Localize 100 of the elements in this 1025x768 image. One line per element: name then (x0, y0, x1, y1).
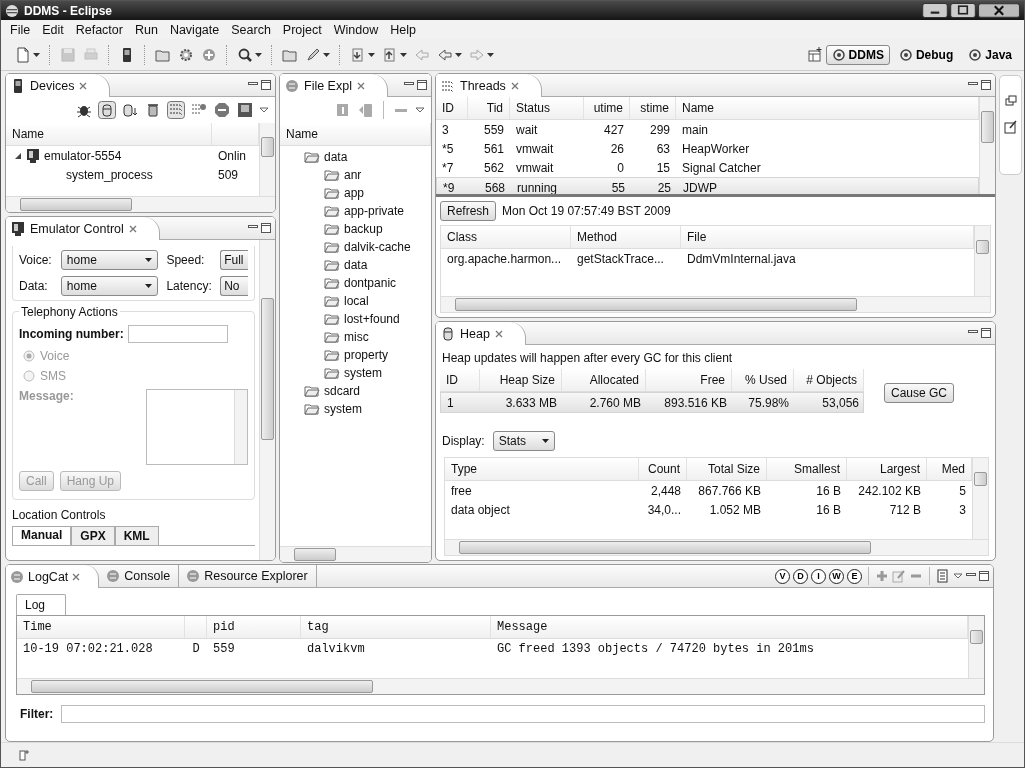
tree-item[interactable]: lost+found (280, 310, 400, 328)
refresh-button[interactable]: Refresh (440, 201, 497, 221)
gear-icon[interactable] (178, 46, 194, 63)
restore-icon[interactable] (1003, 94, 1018, 108)
tab[interactable]: Manual (12, 526, 72, 545)
menu-item[interactable]: File (5, 22, 36, 37)
expand-arrow-icon[interactable] (14, 151, 22, 160)
tab[interactable]: KML (114, 526, 159, 545)
back-arrow-icon[interactable] (437, 46, 453, 63)
tree-item[interactable]: data (280, 256, 368, 274)
close-icon[interactable] (494, 329, 503, 338)
new-file-icon[interactable] (15, 46, 31, 63)
caret-icon[interactable] (33, 52, 40, 57)
menu-item[interactable]: Window (328, 22, 384, 37)
view-menu-icon[interactable] (953, 573, 963, 579)
column-header[interactable]: Time (17, 616, 185, 638)
view-tab[interactable]: Threads (436, 74, 542, 97)
column-header[interactable]: stime (630, 97, 676, 119)
caret-icon[interactable] (455, 52, 462, 57)
view-tab[interactable]: Heap (436, 322, 526, 345)
plus-icon[interactable] (875, 569, 889, 583)
tree-item[interactable]: sdcard (280, 382, 361, 400)
close-icon[interactable] (510, 81, 519, 90)
vertical-scrollbar[interactable] (974, 226, 990, 296)
view-tab[interactable]: LogCat (6, 565, 100, 588)
table-row[interactable]: 3 559 wait 427 299 main (436, 120, 979, 139)
column-header[interactable]: Tid (468, 97, 510, 119)
horizontal-scrollbar[interactable] (445, 539, 988, 555)
menu-item[interactable]: Run (129, 22, 163, 37)
vertical-scrollbar[interactable] (259, 123, 275, 196)
pen-icon[interactable] (305, 46, 321, 63)
filter-field[interactable] (61, 705, 985, 723)
caret-icon[interactable] (400, 52, 407, 57)
plus-icon[interactable] (201, 46, 217, 63)
view-menu-icon[interactable] (415, 107, 425, 113)
column-header[interactable]: ID (436, 97, 468, 119)
column-header[interactable]: Free (646, 369, 732, 391)
table-row[interactable]: *5 561 vmwait 26 63 HeapWorker (436, 139, 979, 158)
menu-item[interactable]: Navigate (164, 22, 225, 37)
menu-item[interactable]: Refactor (70, 22, 128, 37)
caret-icon[interactable] (487, 52, 494, 57)
menu-item[interactable]: Edit (37, 22, 69, 37)
tree-item[interactable]: local (280, 292, 369, 310)
tree-item[interactable]: backup (280, 220, 383, 238)
caret-icon[interactable] (255, 52, 262, 57)
screen-icon[interactable] (236, 101, 254, 119)
tree-item[interactable]: dalvik-cache (280, 238, 411, 256)
horizontal-scrollbar[interactable] (441, 296, 990, 312)
tree-item[interactable]: data (280, 148, 348, 166)
menu-item[interactable]: Help (385, 22, 421, 37)
close-icon[interactable] (128, 224, 137, 233)
log-level-button[interactable]: V (775, 568, 790, 584)
minimize-button[interactable] (922, 3, 948, 18)
table-row[interactable]: *7 562 vmwait 0 15 Signal Catcher (436, 158, 979, 177)
tree-item[interactable]: app-private (280, 202, 405, 220)
view-tab[interactable]: Devices (6, 74, 111, 97)
column-header[interactable]: ID (440, 369, 480, 391)
radio-button[interactable] (23, 350, 35, 362)
tree-item[interactable]: anr (280, 166, 362, 184)
tree-item[interactable]: system (280, 400, 362, 418)
close-icon[interactable] (356, 81, 365, 90)
column-header[interactable]: Allocated (562, 369, 646, 391)
column-header[interactable]: Class (441, 226, 571, 248)
column-header[interactable]: Name (280, 123, 431, 145)
column-header[interactable]: Count (639, 458, 687, 480)
column-header[interactable]: tag (301, 616, 491, 638)
column-header[interactable]: Largest (847, 458, 927, 480)
stop-sign-icon[interactable] (213, 101, 231, 119)
view-menu-icon[interactable] (259, 107, 269, 113)
tab[interactable]: Log (16, 594, 67, 615)
log-level-button[interactable]: W (829, 568, 844, 584)
view-tab[interactable]: Console (102, 565, 180, 587)
maximize-icon[interactable] (981, 80, 991, 90)
close-button[interactable] (978, 3, 1020, 18)
incoming-number-field[interactable] (127, 325, 228, 343)
latency-dropdown[interactable]: No (220, 276, 248, 296)
menu-item[interactable]: Project (277, 22, 327, 37)
menu-item[interactable]: Search (226, 22, 276, 37)
display-dropdown[interactable]: Stats (492, 431, 555, 451)
log-level-button[interactable]: E (847, 568, 862, 584)
device-name[interactable]: emulator-5554 (44, 148, 122, 163)
caret-icon[interactable] (368, 52, 375, 57)
column-header[interactable]: Type (445, 458, 639, 480)
message-field[interactable] (146, 389, 248, 465)
fast-view-icon[interactable] (17, 748, 31, 762)
maximize-icon[interactable] (979, 571, 989, 581)
cylinder-icon[interactable] (121, 101, 139, 119)
tree-item[interactable]: dontpanic (280, 274, 397, 292)
tree-item[interactable]: system (280, 364, 382, 382)
column-header[interactable]: utime (584, 97, 630, 119)
process-name[interactable]: system_process (6, 165, 212, 184)
column-header[interactable]: % Used (732, 369, 794, 391)
voice-dropdown[interactable]: home (60, 250, 159, 270)
search-icon[interactable] (237, 46, 253, 63)
threads-icon[interactable] (167, 101, 185, 119)
vertical-scrollbar[interactable] (968, 616, 984, 678)
column-header[interactable]: Smallest (767, 458, 847, 480)
maximize-icon[interactable] (261, 223, 271, 233)
horizontal-scrollbar[interactable] (6, 196, 275, 212)
tab[interactable]: GPX (71, 526, 115, 545)
